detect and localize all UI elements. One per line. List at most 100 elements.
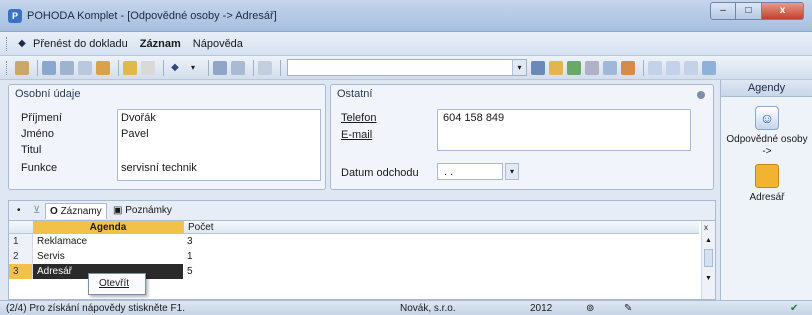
window3-icon[interactable] (684, 60, 698, 75)
combo-arrow-icon[interactable]: ▾ (512, 60, 526, 75)
grid-header-count[interactable]: Počet (183, 221, 253, 234)
sidebar-title: Agendy (721, 80, 812, 97)
menu-grip (6, 36, 9, 51)
new-icon[interactable] (123, 60, 137, 75)
toolbar-separator (208, 59, 209, 76)
row-agenda[interactable]: Servis (33, 249, 183, 264)
phone-label[interactable]: Telefon (341, 112, 376, 124)
tab-notes[interactable]: ▣ Poznámky (109, 203, 176, 219)
menu-bar: ◆ Přenést do dokladu Záznam Nápověda (0, 32, 812, 56)
dropdown-arrow-icon[interactable]: ▾ (186, 61, 200, 75)
calc-icon[interactable] (585, 60, 599, 75)
table-row[interactable]: 2 Servis 1 (9, 249, 699, 264)
other-group-title: Ostatní (337, 88, 373, 100)
agendas-sidebar: Agendy ☺ Odpovědné osoby -> Adresář (720, 80, 812, 300)
title-label: Titul (21, 144, 42, 156)
scroll-thumb[interactable] (704, 249, 713, 267)
email-label[interactable]: E-mail (341, 129, 372, 141)
close-button[interactable]: x (762, 2, 804, 20)
copy-icon[interactable] (231, 60, 245, 75)
status-hint: (2/4) Pro získání nápovědy stiskněte F1. (6, 303, 185, 314)
row-count[interactable]: 3 (183, 234, 253, 249)
scroll-down-icon[interactable]: ▼ (705, 275, 712, 282)
row-number: 2 (9, 249, 33, 264)
tab-records[interactable]: O Záznamy (45, 203, 107, 219)
personal-group: Osobní údaje Příjmení Jméno Titul Funkce… (8, 84, 326, 190)
tools-icon[interactable] (567, 60, 581, 75)
toolbar-separator (37, 59, 38, 76)
function-label: Funkce (21, 162, 58, 174)
firstname-field[interactable]: Pavel (121, 128, 149, 140)
sidebar-item-label: Adresář (749, 192, 785, 203)
toolbar-separator (163, 59, 164, 76)
users-icon[interactable] (621, 60, 635, 75)
tab-strip: • ⊻ O Záznamy ▣ Poznámky (8, 200, 716, 220)
context-menu: Otevřít (88, 273, 146, 295)
status-company: Novák, s.r.o. (400, 303, 456, 314)
phone-field[interactable]: 604 158 849 (443, 112, 504, 124)
date-picker-arrow-icon: ▾ (509, 167, 514, 176)
filter-icon[interactable] (96, 60, 110, 75)
nav-icon[interactable]: ◆ (168, 61, 182, 75)
scroll-up-icon[interactable]: ▲ (705, 237, 712, 244)
lock-icon: ⊚ (586, 303, 595, 314)
leave-date-field[interactable]: . . (437, 163, 503, 180)
save-icon[interactable] (213, 60, 227, 75)
row-count[interactable]: 1 (183, 249, 253, 264)
tab-records-label: Záznamy (60, 206, 102, 217)
help-icon[interactable] (702, 60, 716, 75)
surname-field[interactable]: Dvořák (121, 112, 156, 124)
surname-label: Příjmení (21, 112, 62, 124)
toolbar-separator (118, 59, 119, 76)
person-icon: ☺ (755, 106, 779, 130)
filter-clear-icon[interactable] (531, 60, 545, 75)
book-icon[interactable] (15, 60, 29, 75)
table-row[interactable]: 1 Reklamace 3 (9, 234, 699, 249)
window-icon[interactable] (648, 60, 662, 75)
collapse-icon[interactable] (697, 91, 705, 99)
tab-notes-label: Poznámky (125, 205, 172, 216)
personal-group-title: Osobní údaje (15, 88, 81, 100)
people-icon[interactable] (42, 60, 56, 75)
print-icon[interactable] (60, 60, 74, 75)
status-year: 2012 (530, 303, 553, 314)
menu-help[interactable]: Nápověda (193, 38, 243, 50)
function-field[interactable]: servisní technik (121, 162, 197, 174)
window-controls: – □ x (710, 2, 804, 20)
tab-filter-icon[interactable]: ⊻ (29, 203, 44, 219)
tab-nav-icon[interactable]: • (13, 203, 25, 219)
row-number: 3 (9, 264, 33, 279)
grid-header-agenda[interactable]: Agenda (33, 221, 183, 234)
check-icon[interactable]: ✔ (790, 303, 798, 314)
status-bar: (2/4) Pro získání nápovědy stiskněte F1.… (0, 300, 812, 315)
sidebar-item-address-book[interactable]: Adresář (721, 164, 812, 204)
date-picker-button[interactable]: ▾ (505, 163, 519, 180)
leave-date-label: Datum odchodu (341, 167, 419, 179)
toolbar-combo[interactable]: ▾ (287, 59, 527, 76)
window2-icon[interactable] (666, 60, 680, 75)
toolbar: ◆ ▾ ▾ (0, 56, 812, 80)
edit-icon[interactable] (141, 60, 155, 75)
toolbar-grip (6, 60, 9, 75)
context-menu-open[interactable]: Otevřít (99, 278, 129, 289)
notes-icon: ▣ (113, 205, 126, 216)
row-agenda[interactable]: Reklamace (33, 234, 183, 249)
sidebar-item-label: Odpovědné osoby (726, 134, 808, 145)
paste-icon[interactable] (258, 60, 272, 75)
grid-header: Agenda Počet (9, 221, 699, 234)
row-count[interactable]: 5 (183, 264, 253, 279)
menu-record[interactable]: Záznam (140, 38, 181, 50)
menu-transfer[interactable]: Přenést do dokladu (33, 38, 128, 50)
grid-scrollbar[interactable]: x ▲ ▼ (701, 221, 715, 299)
sidebar-item-responsible-persons[interactable]: ☺ Odpovědné osoby -> (721, 106, 812, 158)
folder-icon[interactable] (549, 60, 563, 75)
preview-icon[interactable] (78, 60, 92, 75)
app-icon: P (8, 9, 22, 23)
firstname-label: Jméno (21, 128, 55, 140)
close-icon[interactable]: x (704, 223, 708, 232)
minimize-button[interactable]: – (710, 2, 736, 20)
list-icon[interactable] (603, 60, 617, 75)
maximize-button[interactable]: □ (736, 2, 762, 20)
toolbar-separator (253, 59, 254, 76)
sidebar-item-sublabel: -> (762, 146, 772, 157)
